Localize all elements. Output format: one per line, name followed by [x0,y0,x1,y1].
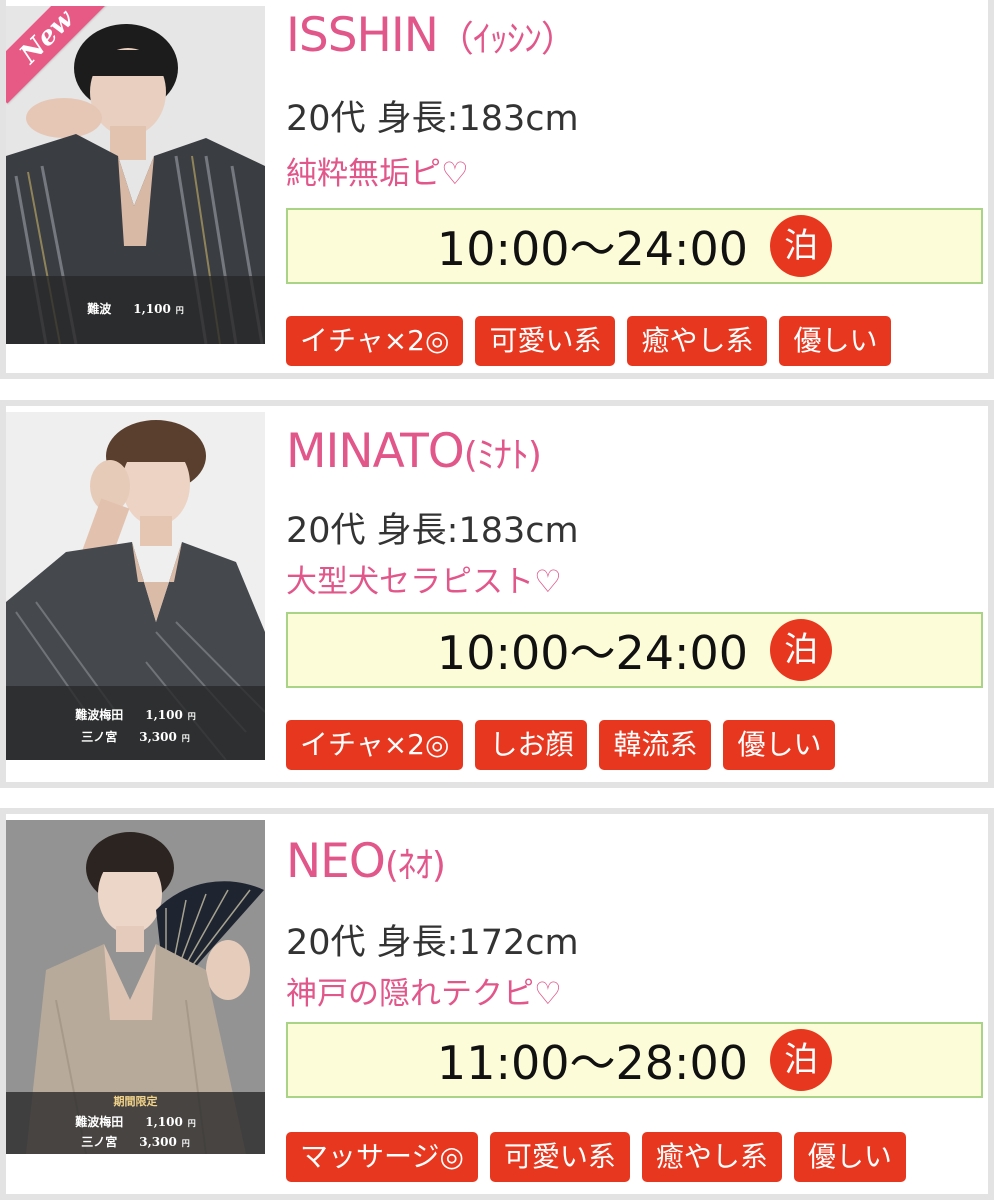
price-overlay: 難波 1,100 円 [6,276,265,344]
cast-card-isshin[interactable]: New 難波 1,100 円 ISSHIN（ｲｯｼﾝ） 20代 身長:183cm … [0,0,994,379]
cast-photo[interactable]: 難波梅田 1,100 円 三ノ宮 3,300 円 [6,412,265,760]
cast-card-neo[interactable]: 期間限定 難波梅田 1,100 円 三ノ宮 3,300 円 NEO(ﾈｵ) 20代 … [0,808,994,1200]
cast-photo[interactable]: New 難波 1,100 円 [6,6,265,344]
cast-name[interactable]: NEO(ﾈｵ) [286,834,446,889]
tag: 可愛い系 [489,1132,630,1182]
cast-profile: 20代 身長:183cm [286,511,579,551]
price-row: 三ノ宮 3,300 円 [6,1132,265,1152]
overnight-badge: 泊 [770,1029,833,1091]
price-title: 期間限定 [113,1095,158,1108]
tag-list: イチャ×2◎ 可愛い系 癒やし系 優しい [286,316,892,366]
price-row: 三ノ宮 3,300 円 [6,726,265,748]
cast-profile: 20代 身長:172cm [286,923,579,963]
tag: 優しい [723,720,836,770]
price-row: 難波梅田 1,100 円 [6,704,265,726]
tag: イチャ×2◎ [286,720,464,770]
schedule-time: 11:00〜28:00 [436,1036,749,1090]
price-amount: 3,300 円 [139,730,190,744]
price-area: 難波梅田 [75,1115,124,1129]
cast-name[interactable]: ISSHIN（ｲｯｼﾝ） [286,8,577,63]
schedule-time: 10:00〜24:00 [436,222,749,276]
price-overlay: 期間限定 難波梅田 1,100 円 三ノ宮 3,300 円 [6,1092,265,1154]
tag: 癒やし系 [641,1132,782,1182]
overnight-badge: 泊 [770,619,833,681]
cast-card-minato[interactable]: 難波梅田 1,100 円 三ノ宮 3,300 円 MINATO(ﾐﾅﾄ) 20代 身… [0,400,994,788]
tag: 可愛い系 [475,316,616,366]
cast-profile: 20代 身長:183cm [286,99,579,139]
overnight-badge: 泊 [770,215,833,277]
tag: 韓流系 [599,720,712,770]
price-amount: 1,100 円 [145,1115,196,1129]
price-amount: 1,100 円 [133,302,184,316]
schedule-box: 11:00〜28:00 泊 [286,1022,983,1098]
tag: イチャ×2◎ [286,316,464,366]
schedule-box: 10:00〜24:00 泊 [286,612,983,688]
tag: マッサージ◎ [286,1132,478,1182]
cast-photo[interactable]: 期間限定 難波梅田 1,100 円 三ノ宮 3,300 円 [6,820,265,1154]
cast-catchphrase: 大型犬セラピスト♡ [286,564,562,600]
price-area: 難波 [87,302,112,316]
price-area: 難波梅田 [75,708,124,722]
price-overlay: 難波梅田 1,100 円 三ノ宮 3,300 円 [6,686,265,760]
price-amount: 1,100 円 [145,708,196,722]
tag: 優しい [793,1132,906,1182]
cast-name[interactable]: MINATO(ﾐﾅﾄ) [286,424,542,479]
price-amount: 3,300 円 [139,1135,190,1149]
cast-list: New 難波 1,100 円 ISSHIN（ｲｯｼﾝ） 20代 身長:183cm … [0,0,994,1200]
tag: 優しい [779,316,892,366]
tag: しお顔 [475,720,588,770]
tag-list: マッサージ◎ 可愛い系 癒やし系 優しい [286,1132,906,1182]
cast-catchphrase: 純粋無垢ピ♡ [286,156,469,192]
tag: 癒やし系 [627,316,768,366]
price-area: 三ノ宮 [81,730,118,744]
schedule-box: 10:00〜24:00 泊 [286,208,983,284]
schedule-time: 10:00〜24:00 [436,626,749,680]
tag-list: イチャ×2◎ しお顔 韓流系 優しい [286,720,836,770]
price-row: 難波 1,100 円 [6,298,265,320]
price-row: 難波梅田 1,100 円 [6,1112,265,1132]
cast-catchphrase: 神戸の隠れテクピ♡ [286,976,562,1012]
price-area: 三ノ宮 [81,1135,118,1149]
